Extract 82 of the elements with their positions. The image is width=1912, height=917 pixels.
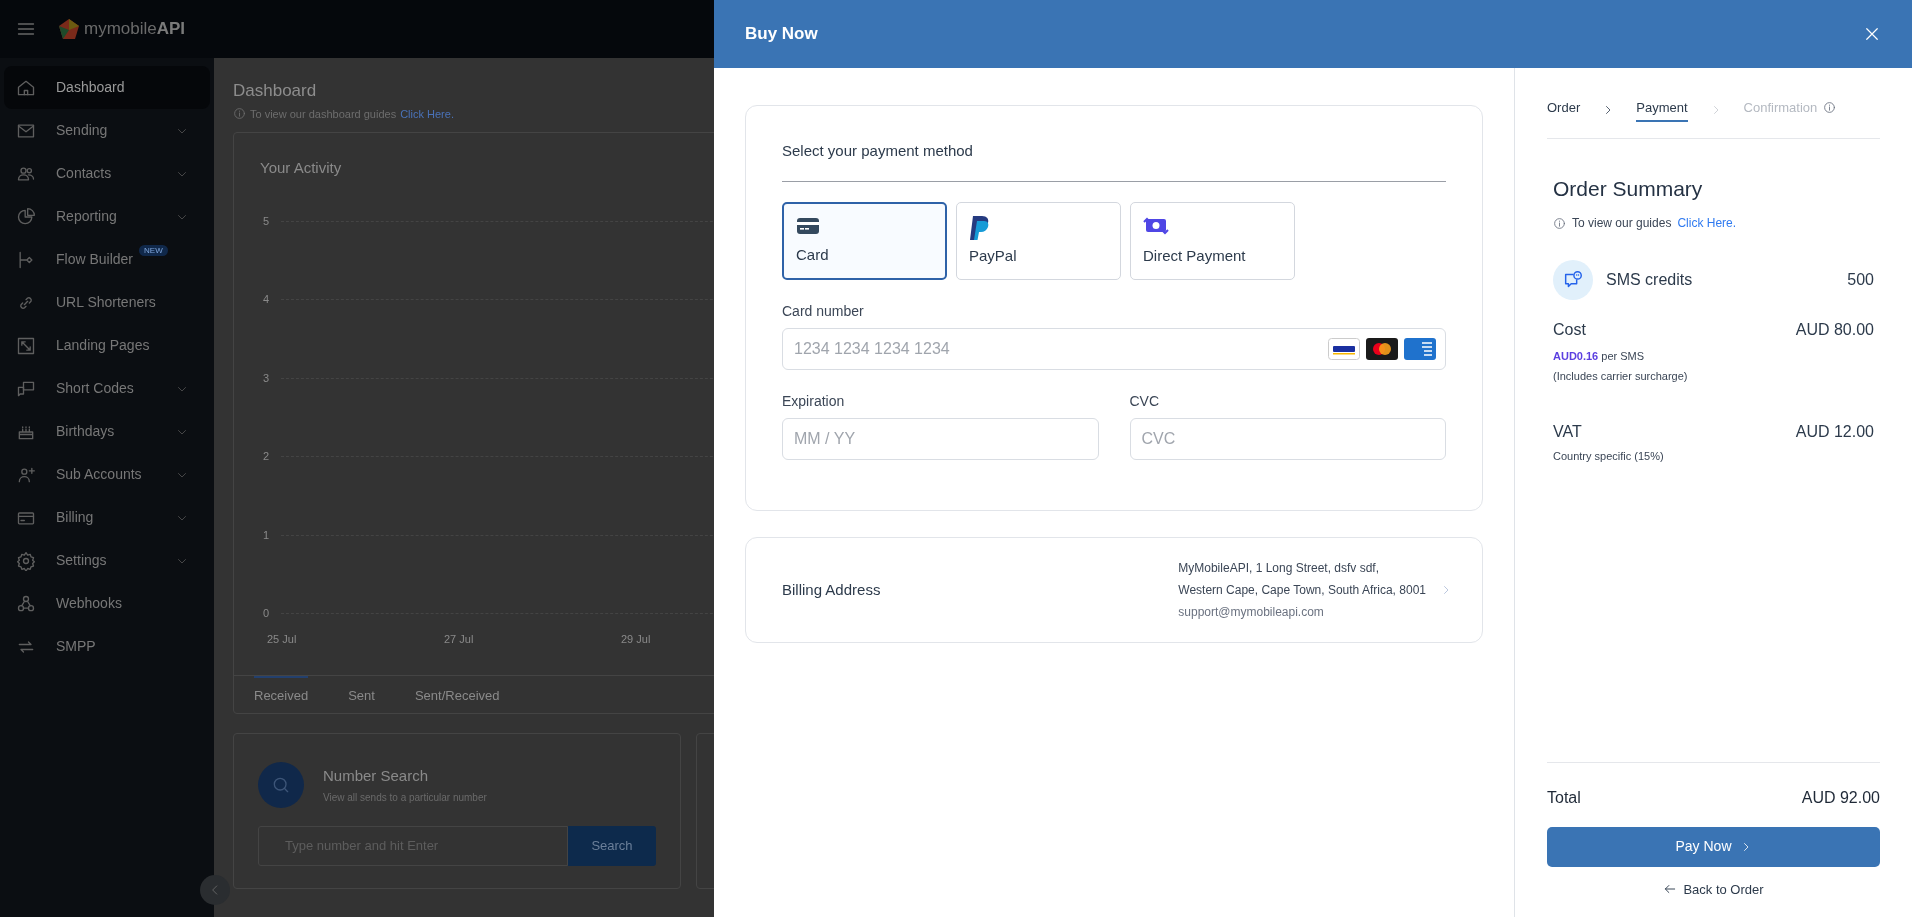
card-number-field[interactable]: 1234 1234 1234 1234: [782, 327, 1446, 370]
expiration-field[interactable]: MM / YY: [782, 417, 1099, 460]
sidebar-label: Contacts: [56, 164, 112, 183]
chart-tab[interactable]: Received: [254, 676, 309, 714]
section-heading: Select your payment method: [782, 140, 1446, 182]
cost-label: Cost: [1553, 320, 1586, 340]
sidebar-label: Webhooks: [56, 594, 122, 613]
y-axis-label: 3: [263, 371, 270, 384]
address-line: Western Cape, Cape Town, South Africa, 8001: [1178, 582, 1426, 599]
sidebar-item[interactable]: Reporting: [4, 195, 210, 238]
field-label: Expiration: [782, 391, 846, 411]
vat-amount: AUD 12.00: [1795, 422, 1874, 442]
chart-tab[interactable]: Sent/Received: [414, 676, 500, 714]
hint-text: To view our guides: [1572, 215, 1672, 232]
card-title: Number Search: [323, 766, 430, 787]
sidebar-label: Sub Accounts: [56, 465, 142, 484]
search-button[interactable]: Search: [568, 826, 656, 866]
sidebar-item[interactable]: Contacts: [4, 152, 210, 195]
back-link[interactable]: Back to Order: [1663, 879, 1764, 899]
vat-label: VAT: [1553, 422, 1582, 442]
cost-amount: AUD 80.00: [1795, 320, 1874, 340]
sidebar-item[interactable]: Sending: [4, 109, 210, 152]
sidebar-label: SMPP: [56, 637, 96, 656]
total-label: Total: [1547, 787, 1581, 808]
sidebar-item[interactable]: Webhooks: [4, 582, 210, 625]
sidebar-label: Settings: [56, 551, 107, 570]
billing-label: Billing Address: [782, 579, 881, 600]
sidebar-label: Sending: [56, 121, 108, 140]
summary-title: Order Summary: [1553, 175, 1704, 202]
note-text: (Includes carrier surcharge): [1553, 368, 1689, 384]
step-tab[interactable]: Payment: [1636, 98, 1688, 122]
x-axis-label: 25 Jul: [267, 632, 297, 647]
sidebar-item[interactable]: Short Codes: [4, 367, 210, 410]
payment-option[interactable]: Direct Payment: [1130, 201, 1295, 280]
hint-text: To view our dashboard guides: [250, 106, 397, 122]
sidebar-label: Landing Pages: [56, 336, 150, 355]
x-axis-label: 29 Jul: [621, 632, 651, 647]
sidebar-label: Billing: [56, 508, 94, 527]
payment-option[interactable]: Card: [782, 201, 947, 280]
modal-title: Buy Now: [745, 23, 818, 46]
y-axis-label: 0: [263, 607, 270, 619]
quantity-text: 500: [1847, 270, 1874, 290]
new-badge: NEW: [139, 245, 168, 256]
logo-text: mymobileAPI: [84, 18, 186, 41]
cvc-field[interactable]: CVC: [1129, 417, 1446, 460]
field-label: Card number: [782, 301, 865, 321]
sidebar-label: URL Shorteners: [56, 293, 156, 312]
sidebar-item[interactable]: Billing: [4, 496, 210, 539]
chart-tab[interactable]: Sent: [348, 676, 375, 714]
y-axis-label: 4: [263, 293, 270, 306]
note-text: Country specific (15%): [1553, 449, 1665, 464]
payment-option[interactable]: PayPal: [956, 201, 1121, 280]
x-axis-label: 27 Jul: [444, 632, 474, 647]
product-name: SMS credits: [1606, 270, 1694, 290]
sidebar-item[interactable]: SMPP: [4, 625, 210, 668]
sidebar-item[interactable]: URL Shorteners: [4, 281, 210, 324]
y-axis-label: 1: [263, 528, 270, 541]
sidebar-item[interactable]: Landing Pages: [4, 324, 210, 367]
sidebar-label: Flow Builder: [56, 250, 134, 269]
y-axis-label: 2: [263, 450, 270, 463]
sidebar-label: Reporting: [56, 207, 117, 226]
card-title: Your Activity: [259, 158, 343, 178]
rate-text: AUD0.16 per SMS: [1553, 349, 1646, 364]
sidebar-item[interactable]: Settings: [4, 539, 210, 582]
sidebar-label: Birthdays: [56, 422, 115, 441]
hint-link[interactable]: Click Here.: [400, 105, 454, 122]
field-label: CVC: [1129, 391, 1161, 411]
y-axis-label: 5: [263, 215, 270, 227]
billing-card[interactable]: Billing Address MyMobileAPI, 1 Long Street, dsfv sdf, Western Cape, Cape Town, South Africa, 8001 support@mymobileapi.com: [745, 537, 1483, 643]
pay-now-button[interactable]: Pay Now: [1547, 826, 1880, 867]
email-text: support@mymobileapi.com: [1178, 604, 1325, 621]
sidebar-item[interactable]: Birthdays: [4, 410, 210, 453]
page-title: Dashboard: [233, 80, 318, 102]
total-amount: AUD 92.00: [1801, 787, 1880, 808]
step-tab[interactable]: Order: [1547, 98, 1581, 122]
address-line: MyMobileAPI, 1 Long Street, dsfv sdf,: [1178, 560, 1381, 577]
sidebar-item[interactable]: Flow Builder NEW: [4, 238, 210, 281]
sidebar-label: Dashboard: [56, 78, 125, 97]
hint-link[interactable]: Click Here.: [1677, 214, 1737, 232]
sidebar-item[interactable]: Dashboard: [4, 66, 210, 109]
sidebar-item[interactable]: Sub Accounts: [4, 453, 210, 496]
sidebar-label: Short Codes: [56, 379, 134, 398]
